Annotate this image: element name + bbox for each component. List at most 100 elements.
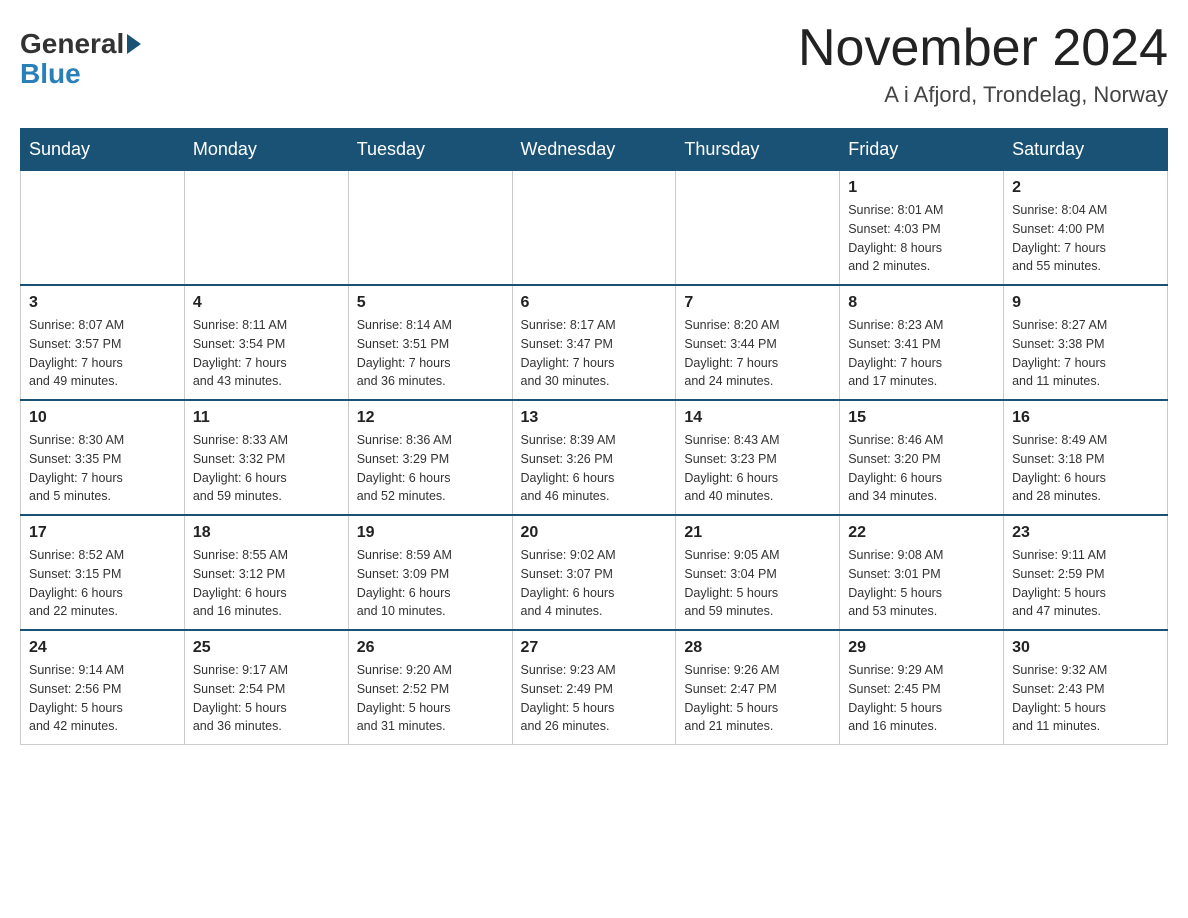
day-number: 10 bbox=[29, 409, 176, 427]
day-number: 19 bbox=[357, 524, 504, 542]
day-of-week-header: Friday bbox=[840, 129, 1004, 171]
day-sun-info: Sunrise: 9:14 AM Sunset: 2:56 PM Dayligh… bbox=[29, 661, 176, 736]
calendar-day-cell: 3Sunrise: 8:07 AM Sunset: 3:57 PM Daylig… bbox=[21, 285, 185, 400]
calendar-day-cell: 7 Sunrise: 8:20 AM Sunset: 3:44 PM Daylig… bbox=[676, 285, 840, 400]
day-sun-info: Sunrise: 8:39 AM Sunset: 3:26 PM Dayligh… bbox=[521, 431, 668, 506]
calendar-day-cell: 17 Sunrise: 8:52 AM Sunset: 3:15 PM Dayli… bbox=[21, 515, 185, 630]
day-sun-info: Sunrise: 8:59 AM Sunset: 3:09 PM Dayligh… bbox=[357, 546, 504, 621]
calendar-day-cell bbox=[21, 171, 185, 286]
calendar-header-row: SundayMondayTuesdayWednesdayThursdayFrid… bbox=[21, 129, 1168, 171]
day-number: 2 bbox=[1012, 179, 1159, 197]
calendar-day-cell: 15 Sunrise: 8:46 AM Sunset: 3:20 PM Dayli… bbox=[840, 400, 1004, 515]
day-number: 22 bbox=[848, 524, 995, 542]
day-number: 21 bbox=[684, 524, 831, 542]
day-sun-info: Sunrise: 9:20 AM Sunset: 2:52 PM Dayligh… bbox=[357, 661, 504, 736]
day-number: 15 bbox=[848, 409, 995, 427]
day-number: 5 bbox=[357, 294, 504, 312]
calendar-day-cell: 10 Sunrise: 8:30 AM Sunset: 3:35 PM Dayli… bbox=[21, 400, 185, 515]
title-section: November 2024 A i Afjord, Trondelag, Nor… bbox=[798, 20, 1168, 108]
day-number: 27 bbox=[521, 639, 668, 657]
day-number: 20 bbox=[521, 524, 668, 542]
calendar-day-cell: 1Sunrise: 8:01 AM Sunset: 4:03 PM Daylig… bbox=[840, 171, 1004, 286]
day-sun-info: Sunrise: 9:26 AM Sunset: 2:47 PM Dayligh… bbox=[684, 661, 831, 736]
day-sun-info: Sunrise: 8:04 AM Sunset: 4:00 PM Dayligh… bbox=[1012, 201, 1159, 276]
calendar-day-cell: 8 Sunrise: 8:23 AM Sunset: 3:41 PM Daylig… bbox=[840, 285, 1004, 400]
day-sun-info: Sunrise: 8:55 AM Sunset: 3:12 PM Dayligh… bbox=[193, 546, 340, 621]
calendar-week-row: 10 Sunrise: 8:30 AM Sunset: 3:35 PM Dayli… bbox=[21, 400, 1168, 515]
calendar-day-cell: 14 Sunrise: 8:43 AM Sunset: 3:23 PM Dayli… bbox=[676, 400, 840, 515]
day-of-week-header: Monday bbox=[184, 129, 348, 171]
day-sun-info: Sunrise: 9:11 AM Sunset: 2:59 PM Dayligh… bbox=[1012, 546, 1159, 621]
calendar-day-cell bbox=[676, 171, 840, 286]
day-sun-info: Sunrise: 8:52 AM Sunset: 3:15 PM Dayligh… bbox=[29, 546, 176, 621]
day-of-week-header: Saturday bbox=[1004, 129, 1168, 171]
calendar-day-cell: 13Sunrise: 8:39 AM Sunset: 3:26 PM Dayli… bbox=[512, 400, 676, 515]
day-of-week-header: Sunday bbox=[21, 129, 185, 171]
day-sun-info: Sunrise: 9:29 AM Sunset: 2:45 PM Dayligh… bbox=[848, 661, 995, 736]
day-sun-info: Sunrise: 9:02 AM Sunset: 3:07 PM Dayligh… bbox=[521, 546, 668, 621]
calendar-week-row: 3Sunrise: 8:07 AM Sunset: 3:57 PM Daylig… bbox=[21, 285, 1168, 400]
calendar-day-cell: 21 Sunrise: 9:05 AM Sunset: 3:04 PM Dayli… bbox=[676, 515, 840, 630]
calendar-day-cell: 16Sunrise: 8:49 AM Sunset: 3:18 PM Dayli… bbox=[1004, 400, 1168, 515]
day-number: 14 bbox=[684, 409, 831, 427]
day-of-week-header: Thursday bbox=[676, 129, 840, 171]
logo-blue-text: Blue bbox=[20, 58, 81, 90]
day-number: 7 bbox=[684, 294, 831, 312]
calendar-day-cell: 24Sunrise: 9:14 AM Sunset: 2:56 PM Dayli… bbox=[21, 630, 185, 745]
calendar-day-cell bbox=[184, 171, 348, 286]
day-sun-info: Sunrise: 8:20 AM Sunset: 3:44 PM Dayligh… bbox=[684, 316, 831, 391]
day-number: 16 bbox=[1012, 409, 1159, 427]
calendar-week-row: 1Sunrise: 8:01 AM Sunset: 4:03 PM Daylig… bbox=[21, 171, 1168, 286]
day-number: 8 bbox=[848, 294, 995, 312]
day-sun-info: Sunrise: 8:11 AM Sunset: 3:54 PM Dayligh… bbox=[193, 316, 340, 391]
month-title: November 2024 bbox=[798, 20, 1168, 77]
day-number: 26 bbox=[357, 639, 504, 657]
day-number: 30 bbox=[1012, 639, 1159, 657]
day-sun-info: Sunrise: 9:17 AM Sunset: 2:54 PM Dayligh… bbox=[193, 661, 340, 736]
day-sun-info: Sunrise: 8:43 AM Sunset: 3:23 PM Dayligh… bbox=[684, 431, 831, 506]
page-header: General Blue November 2024 A i Afjord, T… bbox=[20, 20, 1168, 108]
calendar-day-cell: 19 Sunrise: 8:59 AM Sunset: 3:09 PM Dayli… bbox=[348, 515, 512, 630]
day-of-week-header: Wednesday bbox=[512, 129, 676, 171]
calendar-day-cell: 6 Sunrise: 8:17 AM Sunset: 3:47 PM Daylig… bbox=[512, 285, 676, 400]
calendar-day-cell: 22Sunrise: 9:08 AM Sunset: 3:01 PM Dayli… bbox=[840, 515, 1004, 630]
day-number: 3 bbox=[29, 294, 176, 312]
calendar-day-cell: 5 Sunrise: 8:14 AM Sunset: 3:51 PM Daylig… bbox=[348, 285, 512, 400]
day-sun-info: Sunrise: 8:27 AM Sunset: 3:38 PM Dayligh… bbox=[1012, 316, 1159, 391]
day-sun-info: Sunrise: 8:14 AM Sunset: 3:51 PM Dayligh… bbox=[357, 316, 504, 391]
day-of-week-header: Tuesday bbox=[348, 129, 512, 171]
day-number: 28 bbox=[684, 639, 831, 657]
day-number: 9 bbox=[1012, 294, 1159, 312]
day-sun-info: Sunrise: 8:23 AM Sunset: 3:41 PM Dayligh… bbox=[848, 316, 995, 391]
logo-arrow-icon bbox=[127, 34, 141, 54]
calendar-day-cell: 18 Sunrise: 8:55 AM Sunset: 3:12 PM Dayli… bbox=[184, 515, 348, 630]
location-text: A i Afjord, Trondelag, Norway bbox=[798, 82, 1168, 108]
calendar-day-cell: 11 Sunrise: 8:33 AM Sunset: 3:32 PM Dayli… bbox=[184, 400, 348, 515]
day-sun-info: Sunrise: 8:30 AM Sunset: 3:35 PM Dayligh… bbox=[29, 431, 176, 506]
calendar-day-cell: 23 Sunrise: 9:11 AM Sunset: 2:59 PM Dayli… bbox=[1004, 515, 1168, 630]
calendar-day-cell: 12Sunrise: 8:36 AM Sunset: 3:29 PM Dayli… bbox=[348, 400, 512, 515]
day-sun-info: Sunrise: 8:17 AM Sunset: 3:47 PM Dayligh… bbox=[521, 316, 668, 391]
calendar-day-cell: 25Sunrise: 9:17 AM Sunset: 2:54 PM Dayli… bbox=[184, 630, 348, 745]
calendar-day-cell: 27 Sunrise: 9:23 AM Sunset: 2:49 PM Dayli… bbox=[512, 630, 676, 745]
day-sun-info: Sunrise: 8:33 AM Sunset: 3:32 PM Dayligh… bbox=[193, 431, 340, 506]
day-number: 23 bbox=[1012, 524, 1159, 542]
day-number: 11 bbox=[193, 409, 340, 427]
day-number: 29 bbox=[848, 639, 995, 657]
day-number: 4 bbox=[193, 294, 340, 312]
day-number: 18 bbox=[193, 524, 340, 542]
calendar-day-cell: 28 Sunrise: 9:26 AM Sunset: 2:47 PM Dayli… bbox=[676, 630, 840, 745]
day-number: 17 bbox=[29, 524, 176, 542]
day-sun-info: Sunrise: 9:05 AM Sunset: 3:04 PM Dayligh… bbox=[684, 546, 831, 621]
calendar-day-cell: 29 Sunrise: 9:29 AM Sunset: 2:45 PM Dayli… bbox=[840, 630, 1004, 745]
calendar-day-cell: 30Sunrise: 9:32 AM Sunset: 2:43 PM Dayli… bbox=[1004, 630, 1168, 745]
day-sun-info: Sunrise: 9:23 AM Sunset: 2:49 PM Dayligh… bbox=[521, 661, 668, 736]
day-number: 6 bbox=[521, 294, 668, 312]
day-sun-info: Sunrise: 8:46 AM Sunset: 3:20 PM Dayligh… bbox=[848, 431, 995, 506]
calendar-day-cell: 4 Sunrise: 8:11 AM Sunset: 3:54 PM Daylig… bbox=[184, 285, 348, 400]
calendar-day-cell: 20 Sunrise: 9:02 AM Sunset: 3:07 PM Dayli… bbox=[512, 515, 676, 630]
logo: General Blue bbox=[20, 20, 143, 90]
calendar-week-row: 24Sunrise: 9:14 AM Sunset: 2:56 PM Dayli… bbox=[21, 630, 1168, 745]
calendar-table: SundayMondayTuesdayWednesdayThursdayFrid… bbox=[20, 128, 1168, 745]
day-number: 1 bbox=[848, 179, 995, 197]
